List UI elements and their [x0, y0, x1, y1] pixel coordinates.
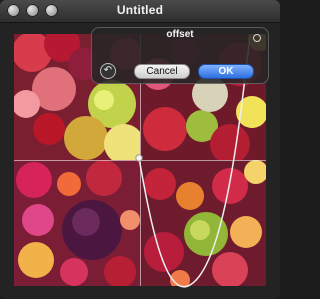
image-tile-bottom-right — [140, 160, 266, 286]
hud-close-icon[interactable] — [253, 34, 261, 42]
image-tile-bottom-left — [14, 160, 140, 286]
offset-hud-panel: offset ↶ Cancel OK — [91, 27, 269, 84]
title-bar: Untitled — [0, 0, 280, 23]
app-window: Untitled offset ↶ Cancel OK — [0, 0, 280, 299]
tile-seam-horizontal — [14, 160, 266, 161]
cancel-button[interactable]: Cancel — [134, 64, 190, 79]
reset-icon[interactable]: ↶ — [100, 63, 116, 79]
window-title: Untitled — [116, 3, 164, 17]
ok-button[interactable]: OK — [198, 64, 254, 79]
hud-title: offset — [166, 29, 194, 40]
